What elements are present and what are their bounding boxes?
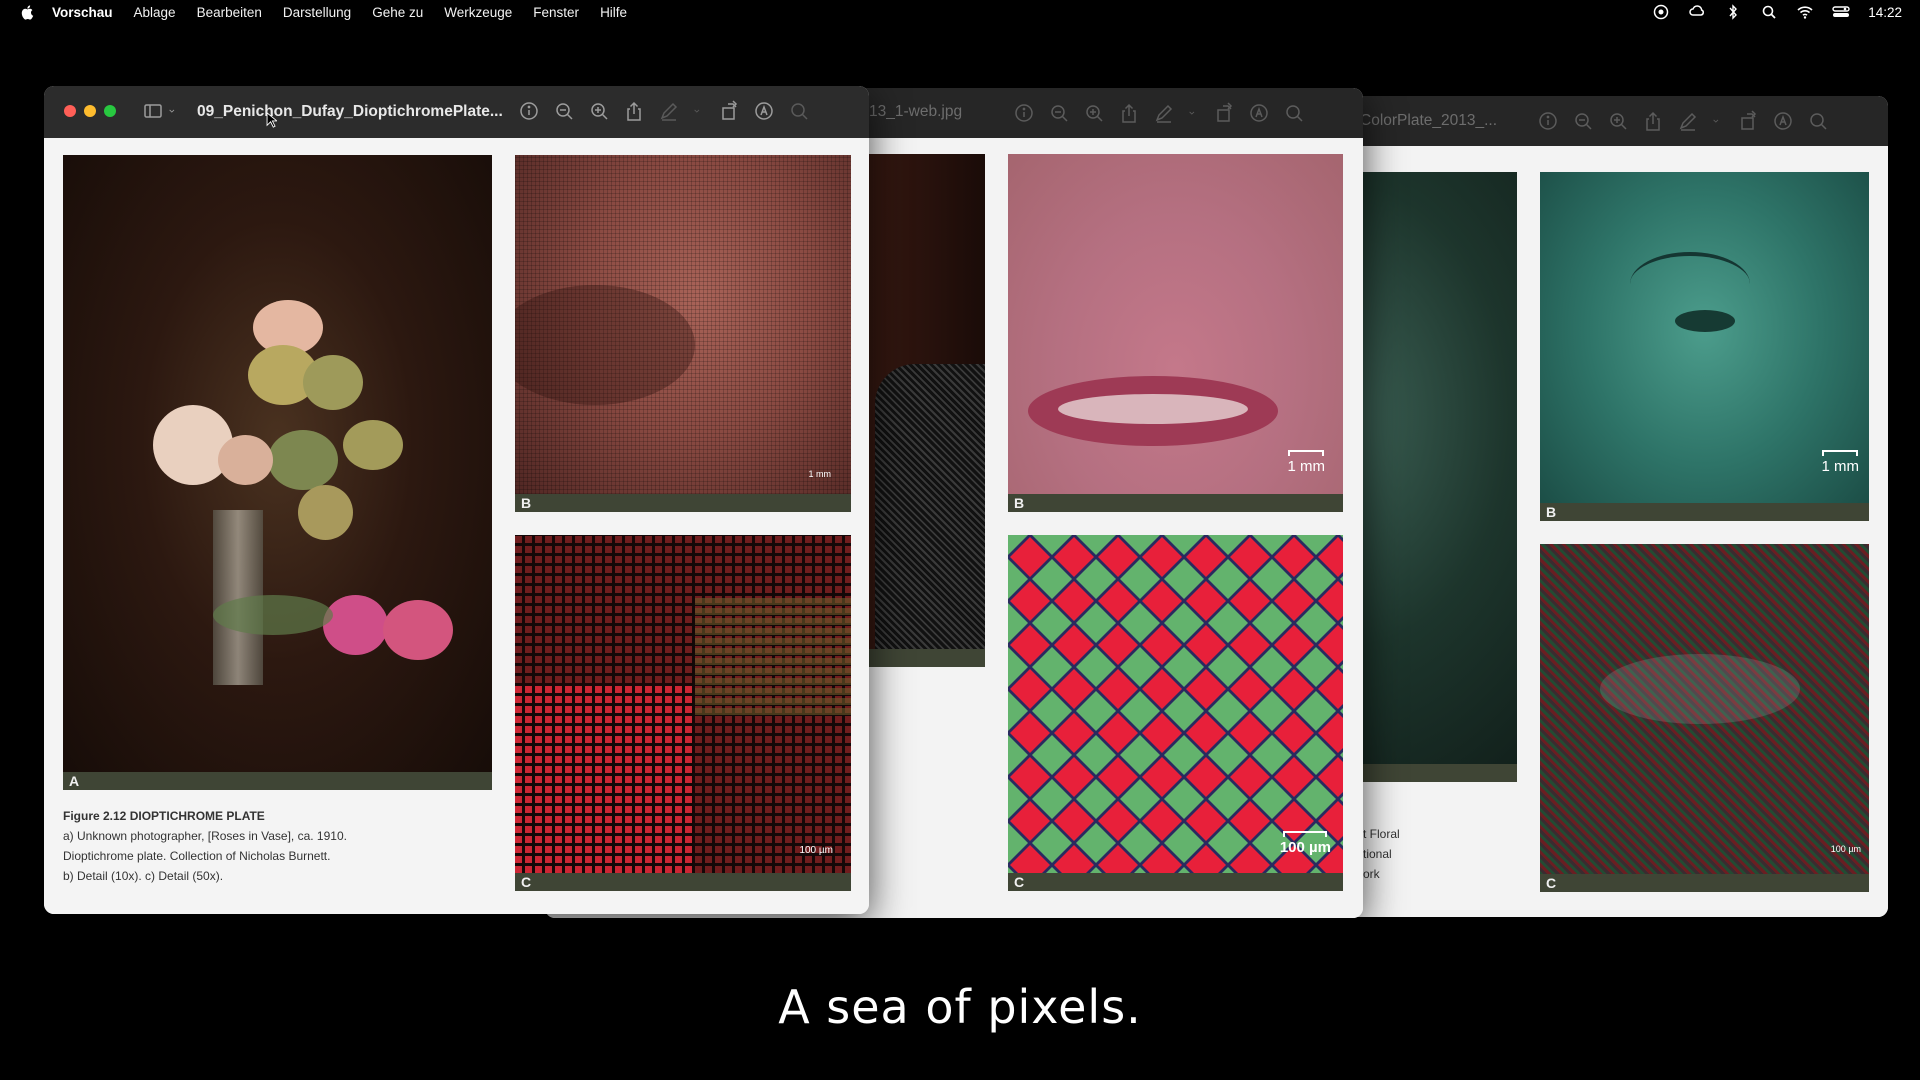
chevron-down-icon[interactable] xyxy=(168,100,180,122)
plate-label-c: C xyxy=(1540,874,1869,892)
annotate-icon[interactable] xyxy=(1248,102,1270,124)
search-icon[interactable] xyxy=(1807,110,1829,132)
plate-label-b: B xyxy=(515,494,851,512)
chevron-down-icon[interactable] xyxy=(1188,102,1200,124)
zoom-in-icon[interactable] xyxy=(1607,110,1629,132)
creative-cloud-icon[interactable] xyxy=(1688,4,1706,20)
plate-a-roses: A xyxy=(63,155,492,790)
chevron-down-icon[interactable] xyxy=(693,100,705,122)
zoom-out-icon[interactable] xyxy=(1572,110,1594,132)
zoom-in-icon[interactable] xyxy=(588,100,610,122)
zoom-out-icon[interactable] xyxy=(553,100,575,122)
menu-fenster[interactable]: Fenster xyxy=(533,5,579,20)
rotate-icon[interactable] xyxy=(1213,102,1235,124)
markup-pen-icon[interactable] xyxy=(658,100,680,122)
menu-bearbeiten[interactable]: Bearbeiten xyxy=(197,5,262,20)
diamond-grid xyxy=(1008,535,1343,873)
zoom-button[interactable] xyxy=(104,105,116,117)
plate-label-c: C xyxy=(1008,873,1343,891)
plate-c-noise: 100 µm C xyxy=(1540,544,1869,892)
menu-hilfe[interactable]: Hilfe xyxy=(600,5,627,20)
scale-bar-100um: 100 µm xyxy=(799,845,833,856)
menu-ablage[interactable]: Ablage xyxy=(134,5,176,20)
window-title: 13_1-web.jpg xyxy=(869,103,963,120)
window-title: 09_Penichon_Dufay_DioptichromePlate... xyxy=(197,103,503,120)
apple-logo-icon[interactable] xyxy=(20,4,36,20)
plate-c-grid-detail: 100 µm C xyxy=(515,535,851,891)
menu-darstellung[interactable]: Darstellung xyxy=(283,5,351,20)
info-icon[interactable] xyxy=(1013,102,1035,124)
window-title: ColorPlate_2013_... xyxy=(1360,112,1498,129)
scale-bar-1mm: 1 mm xyxy=(808,469,832,479)
figure-caption-line: Dioptichrome plate. Collection of Nichol… xyxy=(63,849,331,863)
plate-label-b: B xyxy=(1008,494,1343,512)
share-icon[interactable] xyxy=(1118,102,1140,124)
share-icon[interactable] xyxy=(623,100,645,122)
menu-app-name[interactable]: Vorschau xyxy=(52,5,113,20)
figure-caption-line: b) Detail (10x). c) Detail (50x). xyxy=(63,869,224,883)
scale-bar-1mm: 1 mm xyxy=(1288,450,1325,475)
zoom-out-icon[interactable] xyxy=(1048,102,1070,124)
figure-caption: Figure 2.12 DIOPTICHROME PLATE a) Unknow… xyxy=(63,806,347,886)
menu-gehe-zu[interactable]: Gehe zu xyxy=(372,5,423,20)
menu-werkzeuge[interactable]: Werkzeuge xyxy=(444,5,512,20)
info-icon[interactable] xyxy=(1537,110,1559,132)
search-icon[interactable] xyxy=(1283,102,1305,124)
markup-pen-icon[interactable] xyxy=(1153,102,1175,124)
share-icon[interactable] xyxy=(1642,110,1664,132)
annotate-icon[interactable] xyxy=(753,100,775,122)
figure-caption-heading: Figure 2.12 DIOPTICHROME PLATE xyxy=(63,809,265,823)
info-icon[interactable] xyxy=(518,100,540,122)
preview-window-front[interactable]: 09_Penichon_Dufay_DioptichromePlate... A… xyxy=(44,86,869,914)
markup-pen-icon[interactable] xyxy=(1677,110,1699,132)
plate-c-diamonds: 100 µm C xyxy=(1008,535,1343,891)
sidebar-toggle-group xyxy=(142,100,180,122)
video-subtitle: A sea of pixels. xyxy=(778,980,1142,1034)
status-app-icon[interactable] xyxy=(1652,4,1670,20)
plate-label-a: A xyxy=(63,772,492,790)
zoom-in-icon[interactable] xyxy=(1083,102,1105,124)
plate-b-mouth: 1 mm B xyxy=(1008,154,1343,512)
annotate-icon[interactable] xyxy=(1772,110,1794,132)
rotate-icon[interactable] xyxy=(718,100,740,122)
toolbar-tools xyxy=(1537,110,1829,132)
search-icon[interactable] xyxy=(1760,4,1778,20)
toolbar-tools xyxy=(518,100,810,122)
sidebar-icon[interactable] xyxy=(142,100,164,122)
toolbar-tools xyxy=(1013,102,1305,124)
wifi-icon[interactable] xyxy=(1796,4,1814,20)
figure-caption-line: a) Unknown photographer, [Roses in Vase]… xyxy=(63,829,347,843)
search-icon[interactable] xyxy=(788,100,810,122)
plate-b-rose-detail: 1 mm B xyxy=(515,155,851,512)
figure-caption-fragment: t Floral tional ork xyxy=(1363,827,1400,881)
close-button[interactable] xyxy=(64,105,76,117)
clock[interactable]: 14:22 xyxy=(1868,5,1902,20)
plate-b-face: 1 mm B xyxy=(1540,172,1869,521)
menu-bar: Vorschau Ablage Bearbeiten Darstellung G… xyxy=(0,0,1920,24)
rotate-icon[interactable] xyxy=(1737,110,1759,132)
traffic-lights xyxy=(64,105,116,117)
control-center-icon[interactable] xyxy=(1832,4,1850,20)
bluetooth-icon[interactable] xyxy=(1724,4,1742,20)
chevron-down-icon[interactable] xyxy=(1712,110,1724,132)
plate-label-c: C xyxy=(515,873,851,891)
mouse-cursor-icon xyxy=(266,112,277,128)
scale-bar-100um: 100 µm xyxy=(1280,831,1331,856)
scale-bar-100um: 100 µm xyxy=(1830,844,1861,854)
minimize-button[interactable] xyxy=(84,105,96,117)
plate-label-b: B xyxy=(1540,503,1869,521)
scale-bar-1mm: 1 mm xyxy=(1822,450,1859,475)
